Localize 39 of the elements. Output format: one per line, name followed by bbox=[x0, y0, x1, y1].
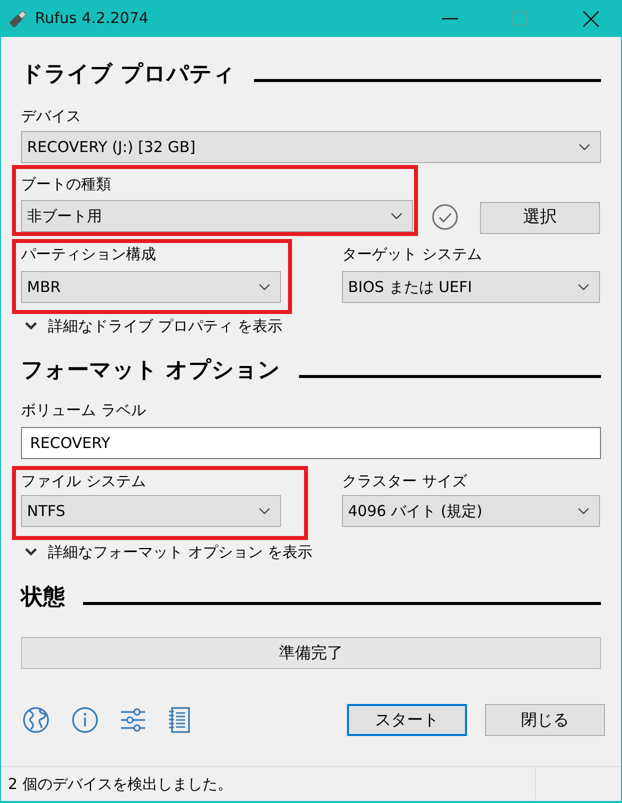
file-system-dropdown[interactable]: NTFS bbox=[21, 495, 281, 527]
chevron-down-icon bbox=[391, 213, 402, 219]
minimize-icon[interactable] bbox=[442, 18, 458, 20]
window-title: Rufus 4.2.2074 bbox=[35, 8, 148, 30]
boot-type-label: ブートの種類 bbox=[21, 174, 112, 195]
target-system-dropdown[interactable]: BIOS または UEFI bbox=[342, 271, 600, 303]
select-button[interactable]: 選択 bbox=[480, 202, 600, 234]
close-button[interactable]: 閉じる bbox=[485, 704, 605, 736]
device-dropdown[interactable]: RECOVERY (J:) [32 GB] bbox=[21, 131, 601, 163]
check-circle-icon[interactable] bbox=[432, 204, 458, 230]
status-message: 準備完了 bbox=[279, 642, 343, 664]
start-button[interactable]: スタート bbox=[347, 704, 467, 736]
chevron-down-icon bbox=[578, 284, 589, 290]
chevron-down-icon bbox=[259, 508, 270, 514]
close-icon[interactable] bbox=[583, 10, 599, 26]
expand-toggle[interactable]: 詳細なフォーマット オプション を表示 bbox=[21, 541, 313, 563]
chevron-down-icon bbox=[259, 284, 270, 290]
expand-toggle[interactable]: 詳細なドライブ プロパティ を表示 bbox=[21, 315, 283, 337]
usb-drive-icon bbox=[8, 8, 28, 28]
volume-label-label: ボリューム ラベル bbox=[21, 400, 147, 421]
volume-label-field[interactable]: RECOVERY bbox=[21, 427, 601, 459]
cluster-size-dropdown[interactable]: 4096 バイト (規定) bbox=[342, 495, 600, 527]
notebook-icon[interactable] bbox=[168, 707, 190, 733]
globe-icon[interactable] bbox=[23, 707, 49, 733]
device-label: デバイス bbox=[21, 106, 82, 127]
chevron-down-icon bbox=[578, 508, 589, 514]
target-system-label: ターゲット システム bbox=[342, 244, 483, 265]
info-icon[interactable] bbox=[72, 707, 98, 733]
partition-scheme-label: パーティション構成 bbox=[21, 244, 157, 265]
sliders-icon[interactable] bbox=[121, 708, 145, 732]
partition-scheme-dropdown[interactable]: MBR bbox=[21, 271, 281, 303]
status-bar-text: 2 個のデバイスを検出しました。 bbox=[8, 774, 232, 795]
section-heading: ドライブ プロパティ bbox=[21, 61, 236, 89]
file-system-label: ファイル システム bbox=[21, 471, 147, 492]
cluster-size-label: クラスター サイズ bbox=[342, 471, 468, 492]
boot-type-dropdown[interactable]: 非ブート用 bbox=[21, 200, 413, 232]
chevron-down-icon bbox=[579, 144, 590, 150]
section-heading: フォーマット オプション bbox=[21, 357, 281, 385]
section-heading: 状態 bbox=[21, 584, 65, 612]
